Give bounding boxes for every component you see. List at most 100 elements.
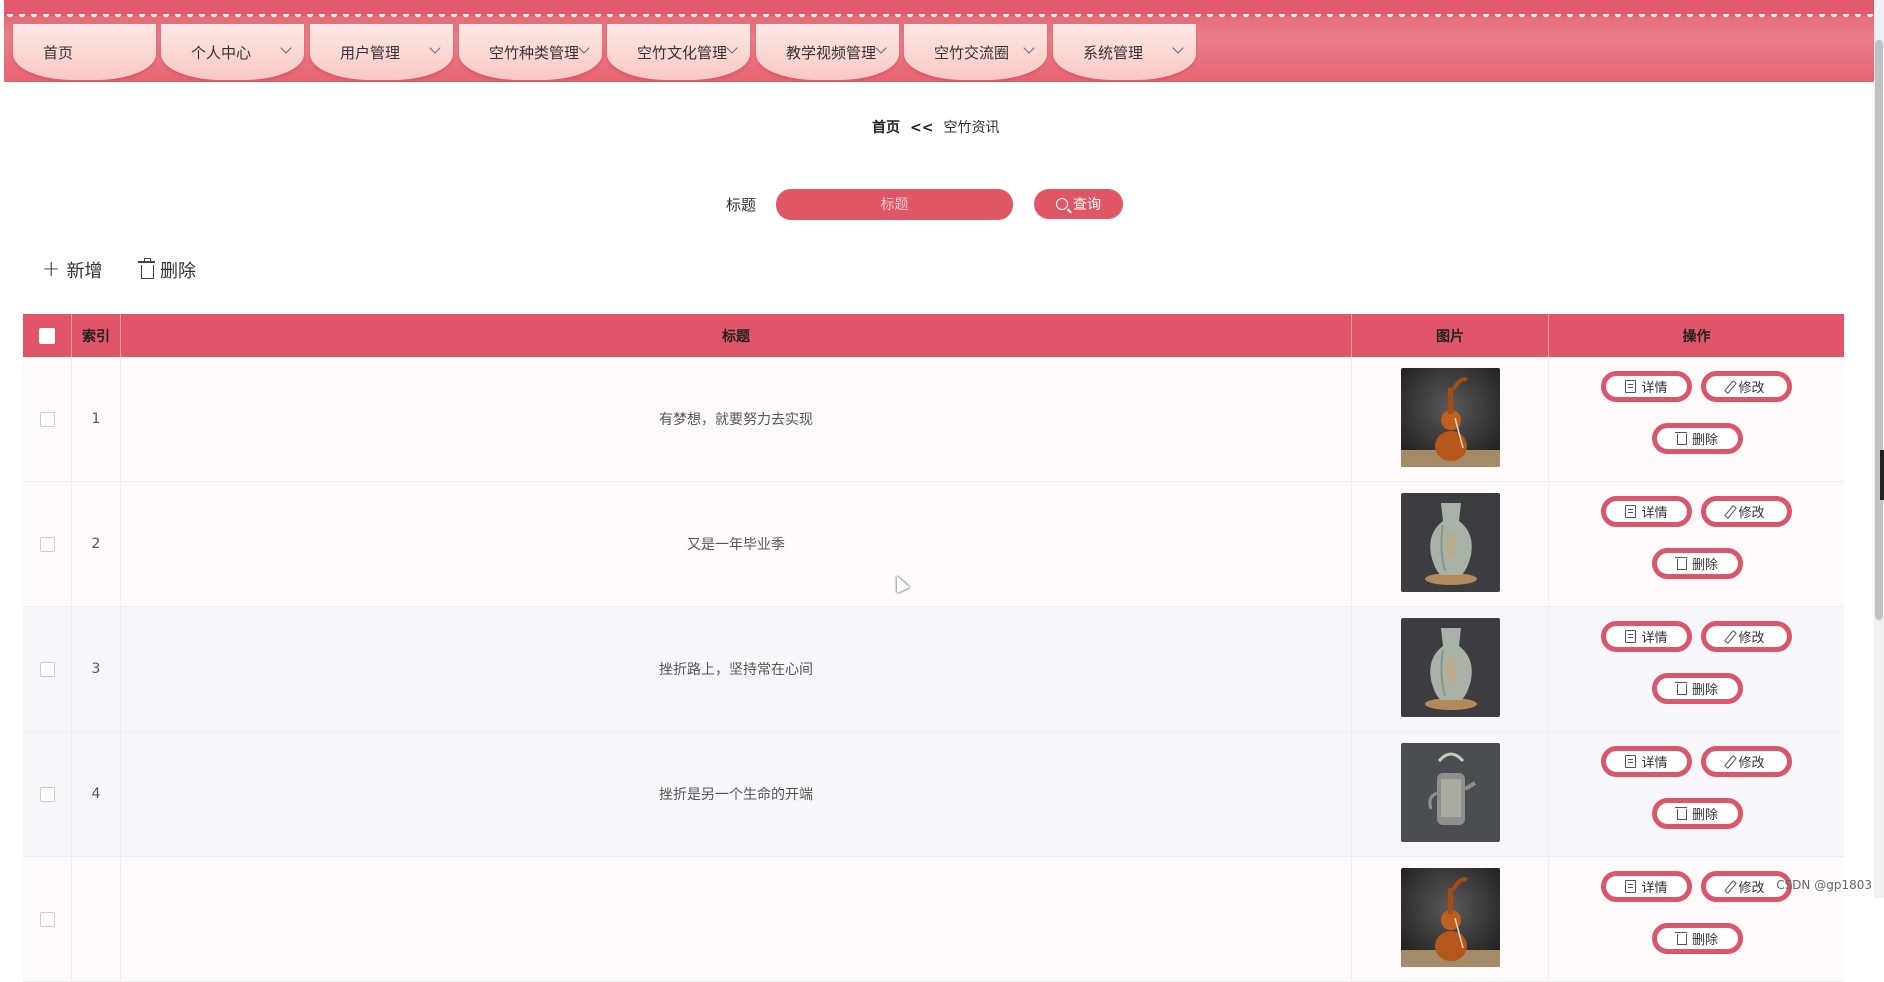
search-title-input[interactable] xyxy=(776,189,1013,220)
delete-button[interactable]: 删除 xyxy=(1652,548,1743,579)
chevron-down-icon xyxy=(280,42,292,54)
table-row: 4 挫折是另一个生命的开端 详情 修改 删除 xyxy=(23,732,1844,857)
top-navbar: 首页 个人中心 用户管理 空竹种类管理 空竹文化管理 教学视频管理 空竹交流圈 系统管理 xyxy=(4,0,1874,82)
header-select-all-cell xyxy=(23,314,72,357)
edit-button[interactable]: 修改 xyxy=(1701,746,1792,777)
trash-icon xyxy=(138,258,155,279)
page-scrollbar[interactable] xyxy=(1874,0,1884,898)
edit-button-label: 修改 xyxy=(1738,756,1765,771)
row-thumbnail[interactable] xyxy=(1400,492,1500,596)
search-title-label: 标题 xyxy=(726,196,757,214)
header-title: 标题 xyxy=(121,314,1352,357)
row-image-cell xyxy=(1352,357,1549,481)
delete-button-label: 删除 xyxy=(1691,558,1718,573)
chevron-down-icon xyxy=(578,42,590,54)
row-actions-cell: 详情 修改删除 xyxy=(1549,357,1844,481)
row-title: 挫折是另一个生命的开端 xyxy=(121,732,1352,856)
detail-button[interactable]: 详情 xyxy=(1601,371,1692,402)
row-image-cell xyxy=(1352,857,1549,981)
chevron-down-icon xyxy=(875,42,887,54)
document-icon xyxy=(1625,880,1637,893)
nav-tab-label: 空竹文化管理 xyxy=(637,44,728,62)
add-button-label: 新增 xyxy=(66,261,103,282)
nav-tab-7[interactable]: 系统管理 xyxy=(1053,24,1196,80)
edit-button-label: 修改 xyxy=(1738,881,1765,896)
batch-delete-button[interactable]: 删除 xyxy=(138,257,196,283)
header-actions: 操作 xyxy=(1682,328,1711,345)
row-checkbox[interactable] xyxy=(39,661,55,677)
row-index xyxy=(72,857,121,981)
select-all-checkbox[interactable] xyxy=(39,327,55,344)
trash-icon xyxy=(1674,432,1687,445)
row-image-cell xyxy=(1352,482,1549,606)
row-thumbnail[interactable] xyxy=(1400,742,1500,846)
nav-tab-label: 用户管理 xyxy=(340,44,401,62)
table-body: 1 有梦想，就要努力去实现 详情 修改 删除 2 又是一年毕业季 详情 修改 删除 3 挫折路上，坚持… xyxy=(23,357,1844,982)
edit-button-label: 修改 xyxy=(1738,506,1765,521)
delete-button[interactable]: 删除 xyxy=(1652,423,1743,454)
detail-button-label: 详情 xyxy=(1641,506,1668,521)
delete-button[interactable]: 删除 xyxy=(1652,673,1743,704)
row-index: 1 xyxy=(72,357,121,481)
delete-button-label: 删除 xyxy=(1691,683,1718,698)
nav-tab-3[interactable]: 空竹种类管理 xyxy=(459,24,602,80)
row-thumbnail[interactable] xyxy=(1400,867,1500,971)
detail-button[interactable]: 详情 xyxy=(1601,871,1692,902)
nav-tab-4[interactable]: 空竹文化管理 xyxy=(607,24,750,80)
detail-button-label: 详情 xyxy=(1641,631,1668,646)
nav-tab-2[interactable]: 用户管理 xyxy=(310,24,453,80)
breadcrumb-current: 空竹资讯 xyxy=(943,120,1000,136)
row-select-cell xyxy=(23,732,72,856)
search-button-label: 查询 xyxy=(1073,197,1101,213)
document-icon xyxy=(1625,380,1637,393)
row-checkbox[interactable] xyxy=(39,536,55,552)
header-index: 索引 xyxy=(72,314,121,357)
batch-delete-label: 删除 xyxy=(160,261,196,282)
detail-button[interactable]: 详情 xyxy=(1601,746,1692,777)
trash-icon xyxy=(1674,932,1687,945)
nav-tab-5[interactable]: 教学视频管理 xyxy=(756,24,899,80)
chevron-down-icon xyxy=(1172,42,1184,54)
header-image: 图片 xyxy=(1352,314,1549,357)
row-image-cell xyxy=(1352,732,1549,856)
row-actions-cell: 详情 修改删除 xyxy=(1549,482,1844,606)
detail-button[interactable]: 详情 xyxy=(1601,496,1692,527)
nav-tab-6[interactable]: 空竹交流圈 xyxy=(904,24,1047,80)
row-select-cell xyxy=(23,857,72,981)
row-thumbnail[interactable] xyxy=(1400,367,1500,471)
breadcrumb-separator: << xyxy=(910,120,934,136)
edit-button[interactable]: 修改 xyxy=(1701,371,1792,402)
nav-tab-0[interactable]: 首页 xyxy=(13,24,156,80)
nav-tab-1[interactable]: 个人中心 xyxy=(161,24,304,80)
edit-button[interactable]: 修改 xyxy=(1701,621,1792,652)
trash-icon xyxy=(1674,682,1687,695)
row-select-cell xyxy=(23,607,72,731)
data-table: 索引 标题 图片 操作 1 有梦想，就要努力去实现 详情 修改 删除 2 又是一年毕业季 详情… xyxy=(23,314,1844,982)
table-row: 详情 修改删除 xyxy=(23,857,1844,982)
nav-tab-label: 系统管理 xyxy=(1083,44,1144,62)
row-checkbox[interactable] xyxy=(39,911,55,927)
edit-button-label: 修改 xyxy=(1738,381,1765,396)
row-title: 有梦想，就要努力去实现 xyxy=(121,357,1352,481)
row-title xyxy=(121,857,1352,981)
table-header: 索引 标题 图片 操作 xyxy=(23,314,1844,357)
row-actions-cell: 详情 修改删除 xyxy=(1549,857,1844,981)
pencil-icon xyxy=(1724,379,1738,394)
document-icon xyxy=(1625,755,1637,768)
search-button[interactable]: 查询 xyxy=(1034,189,1123,219)
row-select-cell xyxy=(23,482,72,606)
row-checkbox[interactable] xyxy=(39,411,55,427)
delete-button-label: 删除 xyxy=(1691,808,1718,823)
delete-button[interactable]: 删除 xyxy=(1652,798,1743,829)
nav-tab-label: 空竹种类管理 xyxy=(489,44,580,62)
watermark: CSDN @gp1803 xyxy=(1776,878,1872,892)
row-checkbox[interactable] xyxy=(39,786,55,802)
add-button[interactable]: + 新增 xyxy=(42,257,102,283)
row-index: 3 xyxy=(72,607,121,731)
scrollbar-thumb[interactable] xyxy=(1875,40,1883,620)
delete-button[interactable]: 删除 xyxy=(1652,923,1743,954)
detail-button[interactable]: 详情 xyxy=(1601,621,1692,652)
breadcrumb-home[interactable]: 首页 xyxy=(872,120,900,136)
edit-button[interactable]: 修改 xyxy=(1701,496,1792,527)
row-thumbnail[interactable] xyxy=(1400,617,1500,721)
